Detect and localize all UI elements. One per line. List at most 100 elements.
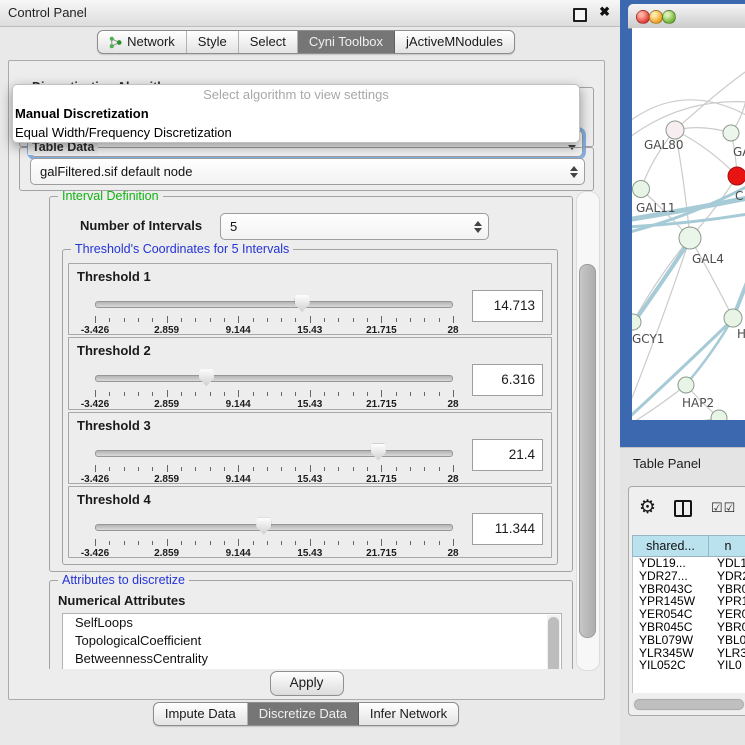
cell-shared-name: YDR27... — [633, 570, 708, 583]
network-node-gal4[interactable] — [679, 227, 701, 249]
network-edge[interactable] — [690, 238, 733, 318]
numerical-attributes-list[interactable]: SelfLoopsTopologicalCoefficientBetweenne… — [62, 613, 562, 669]
apply-button[interactable]: Apply — [270, 671, 344, 696]
columns-icon[interactable] — [674, 500, 692, 517]
network-node-c[interactable] — [728, 167, 745, 185]
network-edge[interactable] — [632, 100, 745, 124]
combo-arrows-icon — [570, 159, 578, 184]
popup-option-manual-discretization[interactable]: Manual Discretization — [13, 104, 579, 123]
gear-icon[interactable]: ⚙ — [639, 496, 656, 519]
table-row[interactable]: YDR27...YDR2 — [633, 570, 745, 583]
threshold-value-field[interactable]: 21.4 — [472, 439, 543, 471]
network-node-gal80[interactable] — [666, 121, 684, 139]
slider-thumb[interactable] — [199, 369, 214, 386]
network-view-window: GAL80GACGAL11GAL4GCY1HHAP2 — [620, 0, 745, 447]
threshold-label: Threshold 1 — [77, 269, 151, 284]
settings-vertical-scrollbar[interactable] — [576, 191, 600, 671]
mac-minimize-button[interactable] — [649, 10, 663, 24]
scrollbar-thumb[interactable] — [634, 699, 744, 710]
node-label: GA — [733, 145, 745, 159]
network-node-h[interactable] — [724, 309, 742, 327]
attributes-scrollbar[interactable] — [547, 615, 560, 669]
column-header-shared-name[interactable]: shared... — [632, 535, 708, 557]
slider-track[interactable] — [95, 375, 453, 382]
slider-track[interactable] — [95, 524, 453, 531]
slider-thumb[interactable] — [295, 295, 310, 312]
tab-style[interactable]: Style — [187, 31, 239, 53]
slider-thumb[interactable] — [371, 444, 386, 461]
table-row[interactable]: YER054CYER0 — [633, 608, 745, 621]
slider-track[interactable] — [95, 301, 453, 308]
threshold-slider[interactable]: -3.4262.8599.14415.4321.71528 — [95, 443, 453, 485]
node-label: HAP2 — [682, 396, 714, 410]
scrollbar-thumb[interactable] — [579, 264, 596, 638]
table-toolbar: ⚙ ☑☑ — [629, 487, 745, 531]
thresholds-group: Threshold's Coordinates for 5 Intervals … — [62, 249, 558, 565]
network-node-gal11[interactable] — [633, 181, 650, 198]
slider-tick-labels: -3.4262.8599.14415.4321.71528 — [95, 399, 453, 411]
network-edge[interactable] — [632, 418, 719, 420]
threshold-slider[interactable]: -3.4262.8599.14415.4321.71528 — [95, 294, 453, 336]
tab-infer-network[interactable]: Infer Network — [359, 703, 458, 725]
network-canvas[interactable]: GAL80GACGAL11GAL4GCY1HHAP2 — [632, 28, 745, 420]
network-node-ga[interactable] — [723, 125, 739, 141]
network-edge-thick[interactable] — [688, 318, 733, 382]
slider-track[interactable] — [95, 450, 453, 457]
column-header-name[interactable]: n — [708, 535, 745, 557]
checkbox-icons[interactable]: ☑☑ — [711, 500, 736, 516]
node-label: H — [737, 327, 745, 341]
table-row[interactable]: YLR345WYLR3 — [633, 647, 745, 660]
cell-shared-name: YBR043C — [633, 583, 708, 596]
threshold-value-field[interactable]: 14.713 — [472, 290, 543, 322]
slider-tick-labels: -3.4262.8599.14415.4321.71528 — [95, 325, 453, 337]
threshold-slider[interactable]: -3.4262.8599.14415.4321.71528 — [95, 368, 453, 410]
table-row[interactable]: YDL19...YDL1 — [633, 557, 745, 570]
table-row[interactable]: YBR045CYBR0 — [633, 621, 745, 634]
window-title: Control Panel — [8, 0, 87, 25]
slider-thumb[interactable] — [256, 518, 271, 535]
tab-impute-data[interactable]: Impute Data — [154, 703, 248, 725]
cell-name: YBR0 — [708, 621, 745, 634]
threshold-value-field[interactable]: 11.344 — [472, 513, 543, 545]
cell-name: YIL0 — [708, 659, 745, 672]
node-label: GAL80 — [644, 138, 683, 152]
table-panel-area: Table Panel ⚙ ☑☑ shared... n YDL19...YDL… — [620, 447, 745, 745]
table-row[interactable]: YBR043CYBR0 — [633, 583, 745, 596]
mac-close-button[interactable] — [636, 10, 650, 24]
table-row[interactable]: YBL079WYBL0 — [633, 634, 745, 647]
mac-zoom-button[interactable] — [662, 10, 676, 24]
table-data-combobox[interactable]: galFiltered.sif default node — [30, 158, 585, 185]
tab-discretize-data[interactable]: Discretize Data — [248, 703, 359, 725]
float-window-icon[interactable] — [573, 8, 587, 22]
table-row[interactable]: YIL052CYIL0 — [633, 659, 745, 672]
tab-select[interactable]: Select — [239, 31, 298, 53]
close-icon[interactable]: ✖ — [599, 4, 610, 20]
network-node-hap2[interactable] — [678, 377, 694, 393]
attribute-items: SelfLoopsTopologicalCoefficientBetweenne… — [63, 614, 561, 668]
cell-name: YBL0 — [708, 634, 745, 647]
slider-tick-labels: -3.4262.8599.14415.4321.71528 — [95, 474, 453, 486]
attribute-item[interactable]: TopologicalCoefficient — [63, 632, 561, 650]
popup-option-equal-width-frequency[interactable]: Equal Width/Frequency Discretization — [13, 123, 579, 142]
network-node[interactable] — [711, 410, 727, 420]
control-panel-tabs: Network Style Select Cyni Toolbox jActiv… — [0, 30, 612, 54]
table-data-group: Table Data galFiltered.sif default node — [19, 147, 594, 191]
tab-network[interactable]: Network — [98, 31, 187, 53]
threshold-row: Threshold 4 -3.4262.8599.14415.4321.7152… — [68, 486, 552, 558]
threshold-value-field[interactable]: 6.316 — [472, 364, 543, 396]
table-row[interactable]: YPR145WYPR1 — [633, 595, 745, 608]
table-horizontal-scrollbar[interactable] — [632, 698, 745, 711]
group-title: Attributes to discretize — [58, 573, 189, 588]
cell-shared-name: YPR145W — [633, 595, 708, 608]
cell-shared-name: YER054C — [633, 608, 708, 621]
threshold-label: Threshold 4 — [77, 492, 151, 507]
number-of-intervals-combobox[interactable]: 5 — [220, 213, 489, 240]
node-label: GAL11 — [636, 201, 675, 215]
attribute-item[interactable]: BetweennessCentrality — [63, 650, 561, 668]
attribute-item[interactable]: SelfLoops — [63, 614, 561, 632]
scrollbar-thumb[interactable] — [548, 617, 559, 669]
tab-jactivemnodules[interactable]: jActiveMNodules — [395, 31, 514, 53]
tab-cyni-toolbox[interactable]: Cyni Toolbox — [298, 31, 395, 53]
threshold-slider[interactable]: -3.4262.8599.14415.4321.71528 — [95, 517, 453, 559]
tab-label: Discretize Data — [259, 706, 347, 722]
